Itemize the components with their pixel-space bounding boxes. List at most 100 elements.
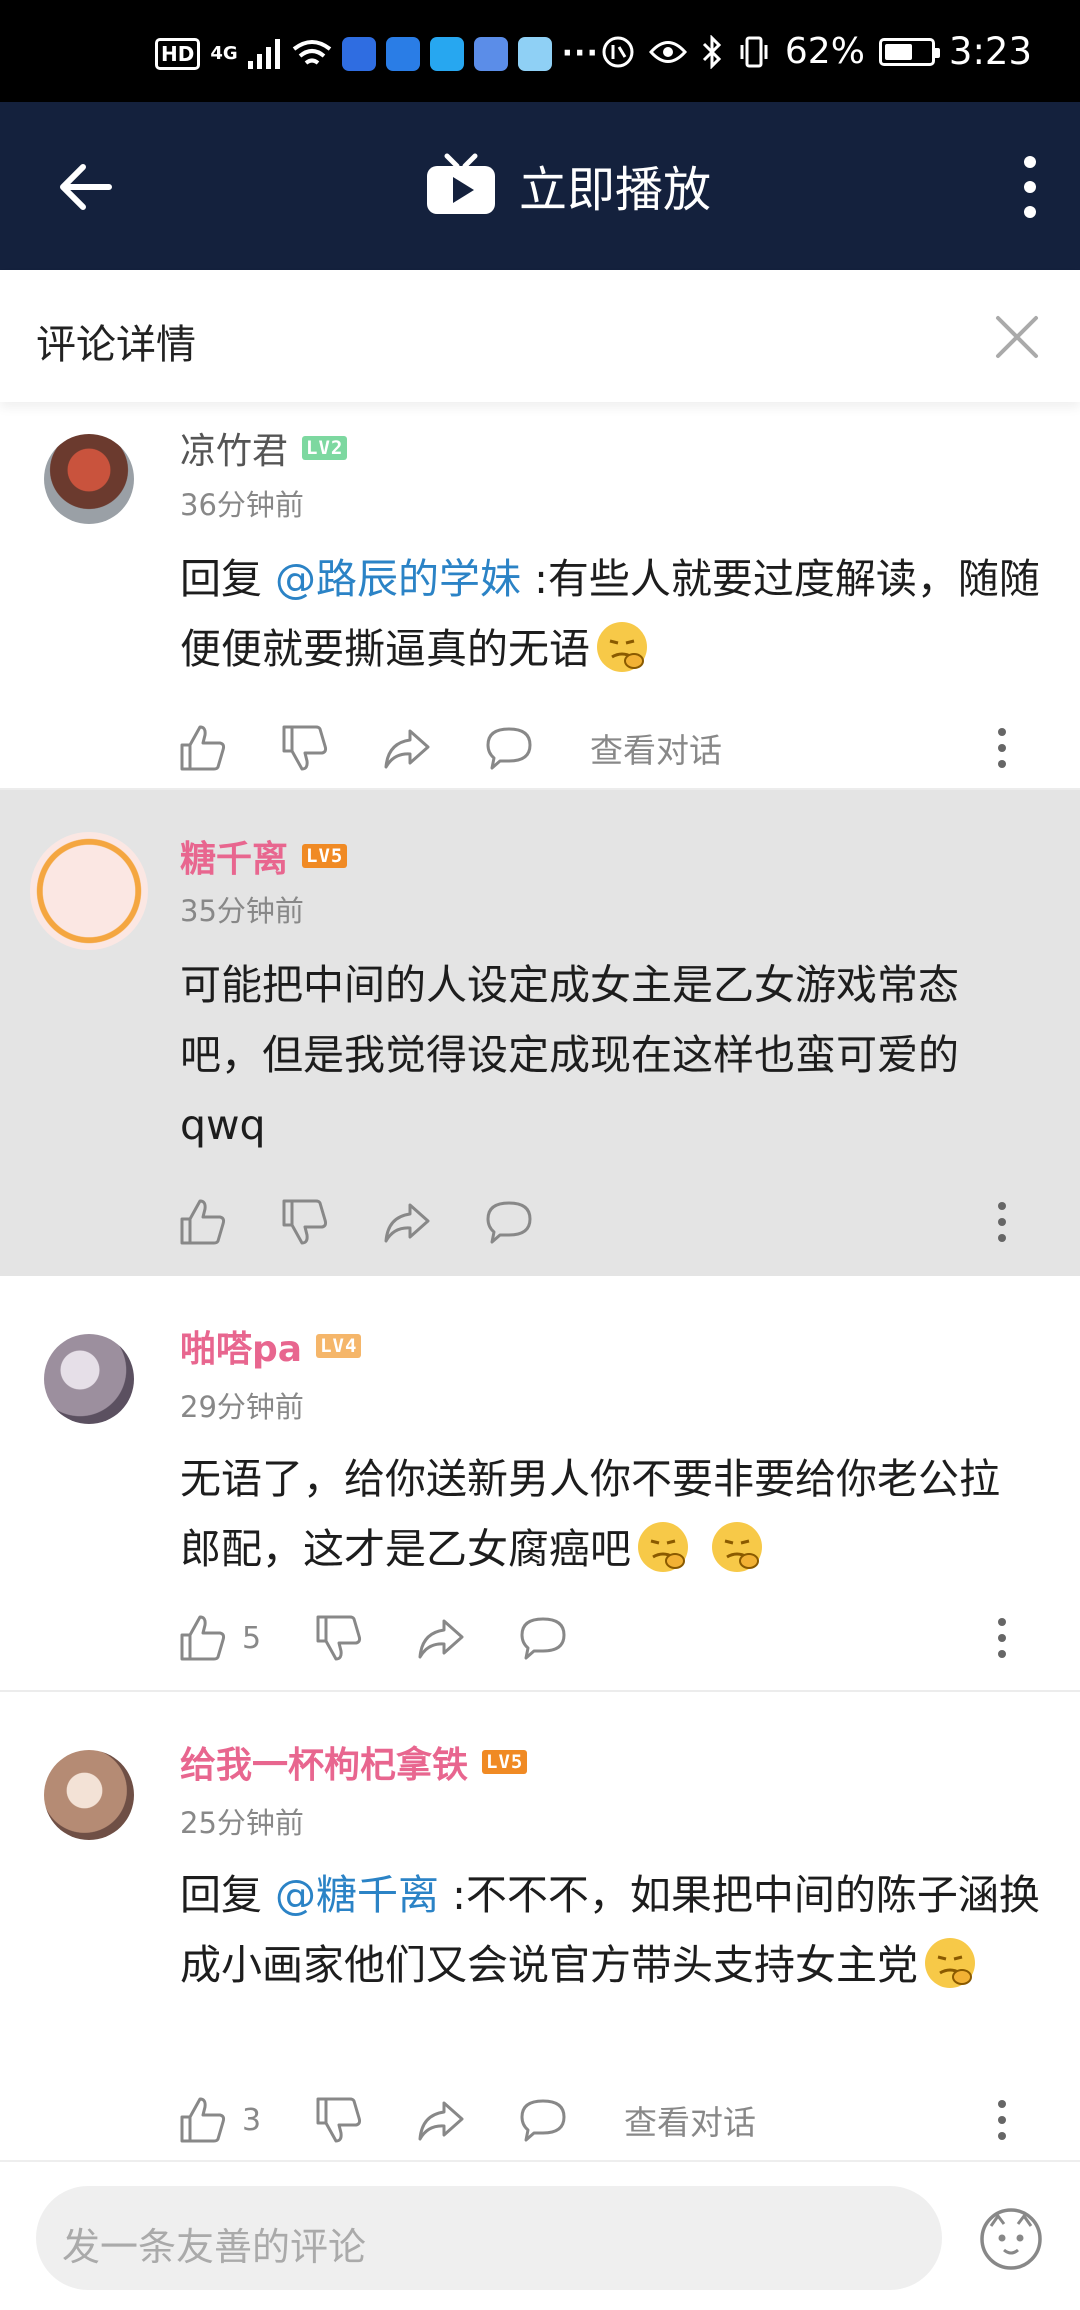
play-now-label: 立即播放 <box>519 162 712 218</box>
share-button[interactable] <box>416 2090 466 2150</box>
avatar[interactable] <box>44 1750 134 1840</box>
like-button[interactable]: 5 <box>178 1608 261 1668</box>
comment-actions: 查看对话 <box>178 718 1048 778</box>
page-title: 评论详情 <box>36 322 196 368</box>
comment-input[interactable]: 发一条友善的评论 <box>36 2186 942 2290</box>
comment-time: 29分钟前 <box>180 1390 304 1424</box>
avatar[interactable] <box>44 434 134 524</box>
dislike-icon <box>316 2097 362 2143</box>
level-badge: LV5 <box>302 844 348 868</box>
like-count: 5 <box>242 1620 262 1656</box>
bulb-app-icon <box>429 36 464 71</box>
comment-text: 无语了，给你送新男人你不要非要给你老公拉郎配，这才是乙女腐癌吧 <box>180 1444 1040 1584</box>
comment-text: 回复 @糖千离 :不不不，如果把中间的陈子涵换成小画家他们又会说官方带头支持女主… <box>180 1860 1040 2000</box>
comment-more-icon[interactable] <box>992 718 1012 778</box>
like-icon <box>180 725 226 771</box>
battery-percent: 62% <box>784 31 865 72</box>
status-right-icons: 62% 3:23 <box>601 30 1032 73</box>
avatar[interactable] <box>30 832 148 950</box>
username[interactable]: 糖千离 <box>180 830 288 882</box>
status-left-icons: HD 4G ··· <box>155 36 599 71</box>
clock: 3:23 <box>948 30 1032 73</box>
close-icon[interactable] <box>994 314 1040 360</box>
dislike-icon <box>316 1615 362 1661</box>
network-type: 4G <box>210 42 238 64</box>
username[interactable]: 啪嗒pa <box>180 1320 302 1372</box>
comment-item: 给我一杯枸杞拿铁 LV5 25分钟前 回复 @糖千离 :不不不，如果把中间的陈子… <box>0 1692 1080 2160</box>
like-icon <box>180 2097 226 2143</box>
dislike-button[interactable] <box>280 1192 330 1252</box>
comment-input-placeholder: 发一条友善的评论 <box>62 2225 367 2269</box>
mention-link[interactable]: @糖千离 <box>275 1871 439 1919</box>
username[interactable]: 给我一杯枸杞拿铁 <box>180 1736 468 1788</box>
comment-time: 25分钟前 <box>180 1806 304 1840</box>
like-button[interactable]: 3 <box>178 2090 261 2150</box>
emoji-tease-icon <box>638 1522 688 1572</box>
view-conversation-link[interactable]: 查看对话 <box>624 2090 756 2150</box>
reply-icon <box>486 727 532 770</box>
reply-button[interactable] <box>518 2090 568 2150</box>
emoji-icon[interactable] <box>978 2206 1044 2272</box>
battery-icon <box>878 37 940 66</box>
share-button[interactable] <box>382 718 432 778</box>
reply-button[interactable] <box>484 1192 534 1252</box>
reply-prefix: 回复 <box>180 555 276 603</box>
share-icon <box>418 1619 464 1659</box>
back-arrow-icon[interactable] <box>55 157 115 217</box>
more-vertical-icon[interactable] <box>1010 152 1050 222</box>
avatar[interactable] <box>44 1334 134 1424</box>
dislike-button[interactable] <box>314 1608 364 1668</box>
username[interactable]: 凉竹君 <box>180 422 288 474</box>
comment-more-icon[interactable] <box>992 1608 1012 1668</box>
wifi-icon <box>292 39 331 65</box>
comment-text: 可能把中间的人设定成女主是乙女游戏常态吧，但是我觉得设定成现在这样也蛮可爱的qw… <box>180 950 1040 1160</box>
shield-app-icon <box>385 36 420 71</box>
mention-link[interactable]: @路辰的学妹 <box>275 555 521 603</box>
dislike-button[interactable] <box>280 718 330 778</box>
emoji-tease-icon <box>712 1522 762 1572</box>
status-bar: HD 4G ··· 62% 3:23 <box>0 0 1080 102</box>
play-now-button[interactable]: 立即播放 <box>425 150 711 220</box>
dislike-icon <box>282 725 328 771</box>
reply-button[interactable] <box>518 1608 568 1668</box>
comment-item: 凉竹君 LV2 36分钟前 回复 @路辰的学妹 :有些人就要过度解读，随随便便就… <box>0 402 1080 790</box>
comment-item: 糖千离 LV5 35分钟前 可能把中间的人设定成女主是乙女游戏常态吧，但是我觉得… <box>0 790 1080 1276</box>
share-button[interactable] <box>382 1192 432 1252</box>
comment-more-icon[interactable] <box>992 1192 1012 1252</box>
dislike-button[interactable] <box>314 2090 364 2150</box>
comment-time: 35分钟前 <box>180 894 304 928</box>
comment-item: 啪嗒pa LV4 29分钟前 无语了，给你送新男人你不要非要给你老公拉郎配，这才… <box>0 1276 1080 1692</box>
share-icon <box>384 1203 430 1243</box>
reply-icon <box>520 2099 566 2142</box>
music-app-icon <box>473 36 508 71</box>
comment-body: 可能把中间的人设定成女主是乙女游戏常态吧，但是我觉得设定成现在这样也蛮可爱的qw… <box>180 961 959 1149</box>
view-conversation-link[interactable]: 查看对话 <box>590 718 722 778</box>
emoji-tease-icon <box>597 622 647 672</box>
dislike-icon <box>282 1199 328 1245</box>
more-notifications-icon: ··· <box>561 36 599 71</box>
data-saver-icon <box>602 36 634 67</box>
rabbit-app-icon <box>517 36 552 71</box>
like-icon <box>180 1199 226 1245</box>
level-badge: LV2 <box>302 436 348 460</box>
emoji-tease-icon <box>925 1938 975 1988</box>
reply-button[interactable] <box>484 718 534 778</box>
comment-input-bar: 发一条友善的评论 <box>0 2160 1080 2310</box>
comment-text: 回复 @路辰的学妹 :有些人就要过度解读，随随便便就要撕逼真的无语 <box>180 544 1040 684</box>
view-conversation-label: 查看对话 <box>590 731 722 770</box>
like-button[interactable] <box>178 1192 228 1252</box>
top-app-bar: 立即播放 <box>0 102 1080 270</box>
like-icon <box>180 1615 226 1661</box>
comment-actions: 5 <box>178 1608 1048 1668</box>
level-badge: LV4 <box>316 1334 362 1358</box>
reply-icon <box>486 1201 532 1244</box>
share-button[interactable] <box>416 1608 466 1668</box>
comment-time: 36分钟前 <box>180 488 304 522</box>
comment-more-icon[interactable] <box>992 2090 1012 2150</box>
reply-icon <box>520 1617 566 1660</box>
comment-detail-header: 评论详情 <box>0 270 1080 402</box>
tv-play-icon <box>427 153 495 214</box>
like-button[interactable] <box>178 718 228 778</box>
eye-icon <box>648 40 687 63</box>
signal-icon <box>247 38 280 69</box>
